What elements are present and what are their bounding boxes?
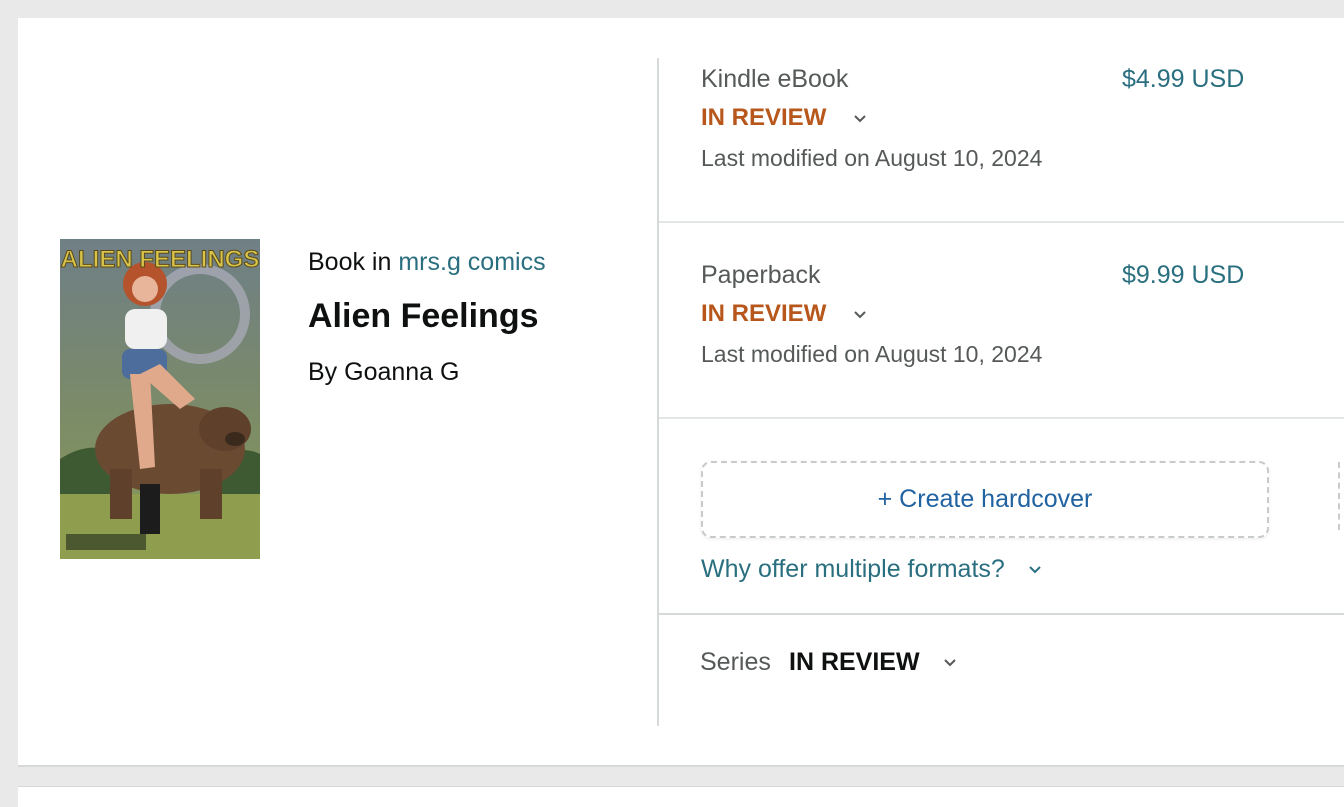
book-in-prefix: Book in [308, 248, 392, 276]
chevron-down-icon [943, 659, 956, 667]
series-divider [659, 613, 1344, 615]
book-cover-image[interactable]: ALIEN FEELINGS [60, 239, 260, 559]
book-series-line: Book in mrs.g comics [308, 248, 546, 277]
status-label-kindle: IN REVIEW [701, 104, 827, 131]
format-name-kindle: Kindle eBook [701, 65, 849, 93]
card-divider [18, 765, 1344, 767]
why-link-label: Why offer multiple formats? [701, 555, 1005, 583]
format-name-paperback: Paperback [701, 261, 821, 289]
chevron-down-icon [854, 114, 866, 123]
last-modified-paperback: Last modified on August 10, 2024 [701, 341, 1043, 367]
cover-title-text: ALIEN FEELINGS [61, 246, 260, 273]
last-modified-kindle: Last modified on August 10, 2024 [701, 145, 1043, 171]
status-dropdown-kindle[interactable]: IN REVIEW [701, 104, 867, 132]
series-status-label: IN REVIEW [789, 648, 920, 676]
series-link[interactable]: mrs.g comics [398, 248, 545, 276]
series-status-dropdown[interactable]: IN REVIEW [789, 648, 957, 677]
format-price-paperback: $9.99 USD [1122, 261, 1245, 289]
create-hardcover-button[interactable]: + Create hardcover [701, 461, 1269, 538]
status-dropdown-paperback[interactable]: IN REVIEW [701, 300, 867, 328]
book-title: Alien Feelings [308, 297, 539, 335]
chevron-down-icon [854, 310, 866, 319]
next-book-card [18, 786, 1344, 807]
vertical-divider [657, 58, 659, 726]
next-column-edge [1338, 462, 1344, 530]
chevron-down-icon [1029, 566, 1041, 574]
why-multiple-formats-link[interactable]: Why offer multiple formats? [701, 555, 1042, 584]
series-label: Series [700, 648, 771, 676]
status-label-paperback: IN REVIEW [701, 300, 827, 327]
format-divider [659, 417, 1344, 419]
format-divider [659, 221, 1344, 223]
book-author: By Goanna G [308, 358, 460, 386]
format-price-kindle: $4.99 USD [1122, 65, 1245, 93]
